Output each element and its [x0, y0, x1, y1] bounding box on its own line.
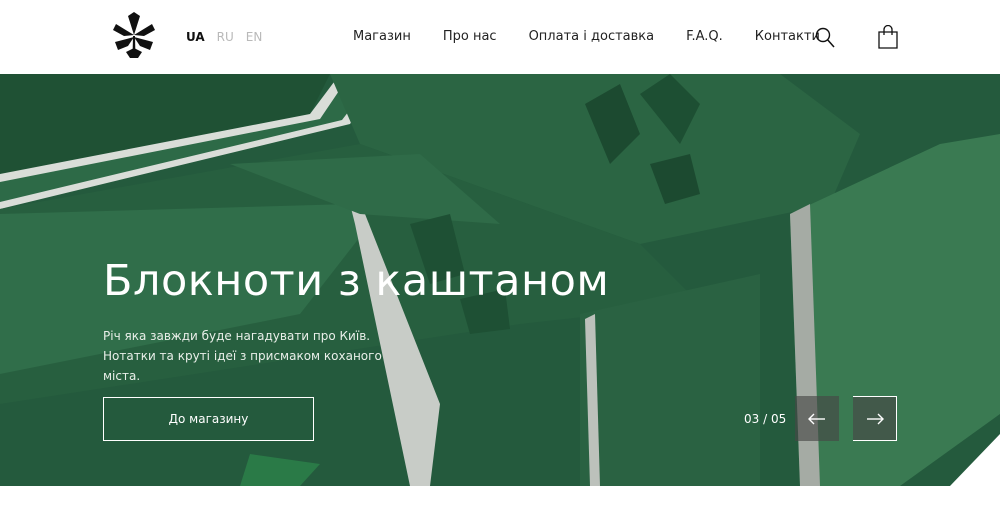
- hero-slider: Блокноти з каштаном Річ яка завжди буде …: [0, 74, 1000, 486]
- language-en[interactable]: EN: [246, 30, 263, 44]
- hero-title: Блокноти з каштаном: [103, 256, 610, 306]
- nav-about[interactable]: Про нас: [443, 29, 497, 44]
- arrow-left-icon: [808, 413, 825, 424]
- to-shop-button[interactable]: До магазину: [103, 397, 314, 441]
- previous-slide-button[interactable]: [795, 396, 839, 441]
- site-header: UA RU EN Магазин Про нас Оплата і достав…: [0, 0, 1000, 74]
- nav-contacts[interactable]: Контакти: [755, 29, 820, 44]
- search-icon[interactable]: [815, 27, 835, 49]
- main-nav: Магазин Про нас Оплата і доставка F.A.Q.…: [353, 29, 820, 44]
- slide-counter: 03 / 05: [744, 412, 787, 426]
- chestnut-leaf-icon[interactable]: [110, 12, 158, 60]
- hero-description: Річ яка завжди буде нагадувати про Київ.…: [103, 329, 382, 383]
- nav-payment-delivery[interactable]: Оплата і доставка: [529, 29, 655, 44]
- language-switcher: UA RU EN: [186, 30, 262, 44]
- language-ru[interactable]: RU: [217, 30, 234, 44]
- nav-shop[interactable]: Магазин: [353, 29, 411, 44]
- next-slide-button[interactable]: [853, 396, 897, 441]
- shopping-bag-icon[interactable]: [877, 25, 899, 49]
- nav-faq[interactable]: F.A.Q.: [686, 29, 723, 44]
- arrow-right-icon: [866, 413, 884, 424]
- language-ua[interactable]: UA: [186, 30, 205, 44]
